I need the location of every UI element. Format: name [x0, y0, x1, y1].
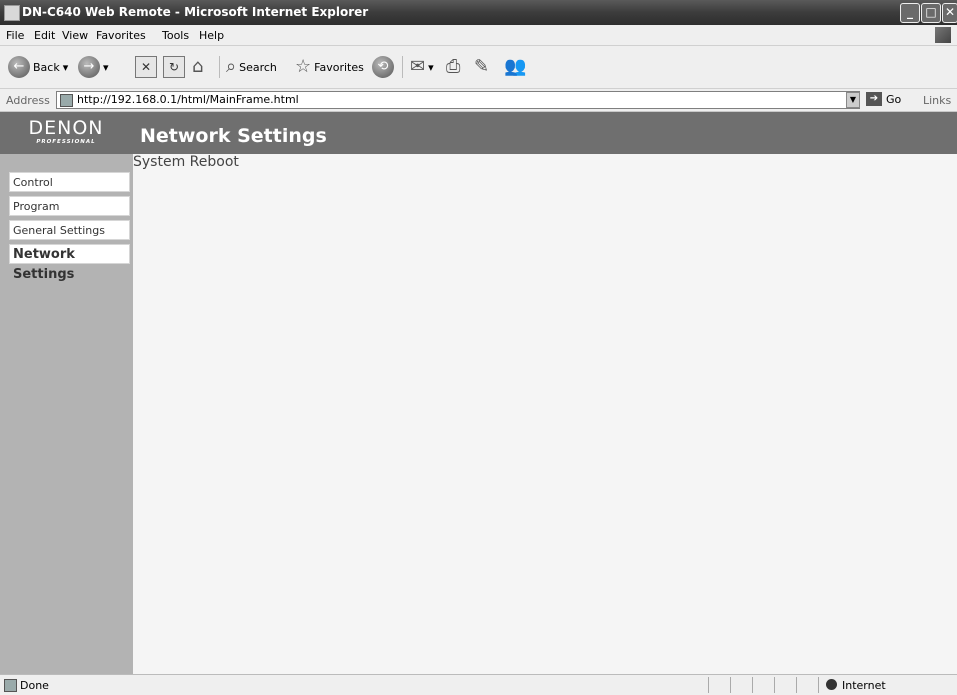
- logo-subtitle: PROFESSIONAL: [36, 139, 96, 145]
- back-arrow-icon: ←: [8, 56, 30, 78]
- menu-bar: File Edit View Favorites Tools Help: [0, 25, 957, 46]
- page-header: DENON PROFESSIONAL Network Settings: [0, 112, 957, 154]
- status-divider: [796, 677, 797, 693]
- mail-icon: ✉: [410, 56, 426, 77]
- logo-brand: DENON: [28, 117, 104, 139]
- favorites-button[interactable]: ☆ Favorites: [295, 54, 364, 80]
- stop-button[interactable]: ✕: [135, 54, 157, 80]
- status-divider: [708, 677, 709, 693]
- nav-item-control[interactable]: Control: [9, 172, 130, 192]
- status-divider: [730, 677, 731, 693]
- status-bar: Done Internet: [0, 674, 957, 695]
- search-button[interactable]: ⌕ Search: [226, 54, 277, 80]
- links-toolbar[interactable]: Links: [923, 94, 951, 107]
- main-content: System Reboot: [133, 154, 957, 674]
- history-button[interactable]: ⟲: [372, 54, 394, 80]
- system-reboot-link[interactable]: System Reboot: [133, 154, 239, 170]
- dropdown-arrow-icon[interactable]: ▾: [428, 61, 434, 74]
- page-title: Network Settings: [140, 125, 327, 147]
- dropdown-arrow-icon[interactable]: ▾: [103, 61, 109, 74]
- security-zone-label: Internet: [842, 679, 886, 692]
- messenger-button[interactable]: 👥: [504, 54, 526, 80]
- window-title: DN-C640 Web Remote - Microsoft Internet …: [22, 5, 369, 19]
- back-label: Back: [33, 60, 60, 74]
- back-button[interactable]: ← Back ▾: [8, 54, 68, 80]
- go-arrow-icon: ➔: [866, 92, 882, 106]
- windows-logo-icon: [935, 27, 951, 43]
- print-button[interactable]: ⎙: [446, 54, 460, 80]
- sidebar: Control Program General Settings Network…: [0, 154, 133, 674]
- address-label: Address: [6, 94, 50, 107]
- nav-item-general-settings[interactable]: General Settings: [9, 220, 130, 240]
- favorites-star-icon: ☆: [295, 56, 312, 77]
- menu-view[interactable]: View: [62, 29, 88, 42]
- refresh-button[interactable]: ↻: [163, 54, 185, 80]
- nav-item-network-settings[interactable]: Network Settings: [9, 244, 130, 282]
- toolbar-separator: [219, 56, 220, 78]
- go-button[interactable]: ➔ Go: [866, 92, 901, 106]
- stop-icon: ✕: [135, 56, 157, 78]
- home-button[interactable]: ⌂: [192, 54, 203, 80]
- search-label: Search: [239, 60, 277, 74]
- mail-button[interactable]: ✉ ▾: [410, 54, 434, 80]
- menu-file[interactable]: File: [6, 29, 24, 42]
- edit-button[interactable]: ✎: [474, 54, 489, 80]
- address-input[interactable]: http://192.168.0.1/html/MainFrame.html: [56, 91, 860, 109]
- address-bar: Address http://192.168.0.1/html/MainFram…: [0, 89, 957, 112]
- home-icon: ⌂: [192, 56, 204, 77]
- nav-item-program[interactable]: Program: [9, 196, 130, 216]
- menu-favorites[interactable]: Favorites: [96, 29, 146, 42]
- go-label: Go: [886, 92, 902, 106]
- minimize-button[interactable]: _: [900, 3, 920, 23]
- ie-page-icon: [4, 5, 20, 21]
- forward-arrow-icon: →: [78, 56, 100, 78]
- edit-icon: ✎: [474, 56, 490, 77]
- messenger-icon: 👥: [504, 56, 527, 77]
- address-url[interactable]: http://192.168.0.1/html/MainFrame.html: [77, 93, 299, 106]
- favorites-label: Favorites: [314, 60, 364, 74]
- page-status-icon: [4, 679, 17, 692]
- print-icon: ⎙: [446, 56, 461, 77]
- forward-button[interactable]: → ▾: [78, 54, 109, 80]
- close-button[interactable]: ✕: [942, 3, 957, 23]
- page-icon: [60, 94, 73, 107]
- maximize-button[interactable]: □: [921, 3, 941, 23]
- toolbar-separator: [402, 56, 403, 78]
- status-divider: [752, 677, 753, 693]
- status-divider: [818, 677, 819, 693]
- status-divider: [774, 677, 775, 693]
- internet-zone-globe-icon: [826, 679, 837, 690]
- denon-logo: DENON PROFESSIONAL: [8, 118, 124, 152]
- history-icon: ⟲: [372, 56, 394, 78]
- menu-tools[interactable]: Tools: [162, 29, 189, 42]
- menu-edit[interactable]: Edit: [34, 29, 55, 42]
- menu-help[interactable]: Help: [199, 29, 224, 42]
- status-text: Done: [20, 679, 49, 692]
- dropdown-arrow-icon[interactable]: ▾: [63, 61, 69, 74]
- refresh-icon: ↻: [163, 56, 185, 78]
- window-title-bar: DN-C640 Web Remote - Microsoft Internet …: [0, 0, 957, 25]
- address-dropdown-icon[interactable]: ▼: [846, 92, 860, 108]
- standard-toolbar: ← Back ▾ → ▾ ✕ ↻ ⌂ ⌕ Search ☆ Favorites …: [0, 46, 957, 89]
- search-icon: ⌕: [226, 56, 237, 77]
